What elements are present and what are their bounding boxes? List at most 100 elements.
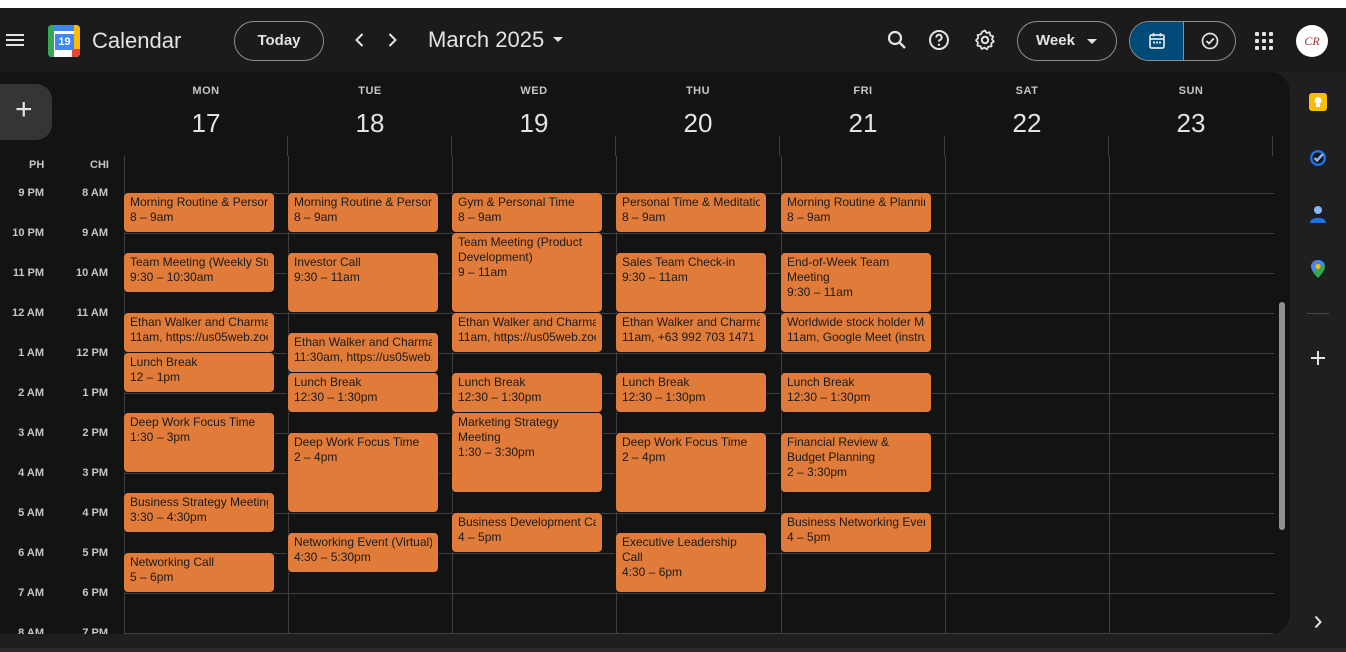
calendar-event[interactable]: Deep Work Focus Time 2 – 4pm (616, 433, 766, 512)
event-title: Financial Review & Budget Planning (787, 435, 890, 464)
calendar-event[interactable]: Ethan Walker and Charmaine11:30am, https… (288, 333, 438, 372)
primary-time-label: 3 AM (18, 427, 44, 439)
event-time: 4:30 – 6pm (622, 565, 683, 579)
search-icon[interactable] (885, 28, 909, 52)
secondary-time-label: 3 PM (82, 467, 108, 479)
day-number[interactable]: 23 (1109, 108, 1273, 139)
day-number[interactable]: 18 (288, 108, 452, 139)
event-title: Lunch Break (130, 355, 198, 369)
calendar-event[interactable]: Ethan Walker and Charmaine11am, +63 992 … (616, 313, 766, 352)
contacts-icon[interactable] (1308, 204, 1328, 224)
maps-icon[interactable] (1308, 259, 1328, 279)
calendar-event[interactable]: Business Networking Event 4 – 5pm (781, 513, 931, 552)
event-title: Deep Work Focus Time (130, 415, 256, 429)
month-chevron-down-icon[interactable] (552, 36, 564, 44)
view-selector-button[interactable]: Week (1017, 21, 1117, 61)
view-selector-label: Week (1036, 32, 1075, 49)
day-number[interactable]: 20 (616, 108, 780, 139)
calendar-event[interactable]: Business Development Call 4 – 5pm (452, 513, 602, 552)
primary-time-label: 8 AM (18, 627, 44, 634)
primary-time-label: 4 AM (18, 467, 44, 479)
event-title: Networking Event (Virtual) (294, 535, 432, 549)
tasks-view-toggle[interactable] (1183, 22, 1235, 60)
rail-divider (1307, 313, 1329, 314)
calendar-event[interactable]: Investor Call 9:30 – 11am (288, 253, 438, 312)
calendar-event[interactable]: End-of-Week Team Meeting 9:30 – 11am (781, 253, 931, 312)
tasks-check-icon (1201, 32, 1219, 50)
calendar-event[interactable]: Gym & Personal Time 8 – 9am (452, 193, 602, 232)
calendar-event[interactable]: Morning Routine & Personal 8 – 9am (288, 193, 438, 232)
primary-time-label: 1 AM (18, 347, 44, 359)
day-number[interactable]: 17 (124, 108, 288, 139)
event-time: 11am, https://us05web.zoom (130, 330, 268, 344)
event-title: Marketing Strategy Meeting (458, 415, 559, 444)
previous-week-icon[interactable] (350, 30, 370, 50)
day-number[interactable]: 19 (452, 108, 616, 139)
create-event-button[interactable]: + (0, 84, 52, 140)
calendar-event[interactable]: Deep Work Focus Time 1:30 – 3pm (124, 413, 274, 472)
help-icon[interactable] (927, 28, 951, 52)
event-title: Lunch Break (294, 375, 362, 389)
logo-number: 19 (55, 34, 74, 50)
calendar-event[interactable]: Lunch Break 12:30 – 1:30pm (781, 373, 931, 412)
day-header-fri: FRI 21 (781, 72, 945, 156)
settings-gear-icon[interactable] (973, 28, 997, 52)
calendar-event[interactable]: Networking Event (Virtual) 4:30 – 5:30pm (288, 533, 438, 572)
grid-scrollbar[interactable] (1279, 302, 1285, 530)
calendar-event[interactable]: Financial Review & Budget Planning 2 – 3:… (781, 433, 931, 492)
top-app-bar: 19 Calendar Today March 2025 Week CR (0, 8, 1346, 72)
calendar-event[interactable]: Marketing Strategy Meeting 1:30 – 3:30pm (452, 413, 602, 492)
event-time: 12:30 – 1:30pm (458, 390, 542, 404)
current-month-label[interactable]: March 2025 (428, 27, 544, 53)
calendar-event[interactable]: Business Strategy Meeting 3:30 – 4:30pm (124, 493, 274, 532)
google-apps-icon[interactable] (1255, 32, 1273, 50)
time-grid[interactable]: 9 PM 8 AM 10 PM 9 AM 11 PM 10 AM 12 AM 11 AM 1 A… (0, 156, 1290, 634)
calendar-event[interactable]: Ethan Walker and Charmaine11am, https://… (124, 313, 274, 352)
calendar-event[interactable]: Personal Time & Meditation 8 – 9am (616, 193, 766, 232)
day-header-wed: WED 19 (452, 72, 616, 156)
tasks-icon[interactable] (1308, 148, 1328, 168)
event-time: 11:30am, https://us05web.zoom (294, 350, 432, 364)
calendar-event[interactable]: Morning Routine & Planning 8 – 9am (781, 193, 931, 232)
day-column-divider (1109, 156, 1110, 634)
keep-icon[interactable] (1308, 92, 1328, 112)
event-time: 3:30 – 4:30pm (130, 510, 207, 524)
event-title: Team Meeting (Product Development) (458, 235, 583, 264)
event-time: 2 – 4pm (294, 450, 338, 464)
event-title: Ethan Walker and Charmaine (130, 315, 268, 329)
calendar-event[interactable]: Worldwide stock holder Meeting11am, Goog… (781, 313, 931, 352)
expand-panel-chevron-right-icon[interactable] (1308, 612, 1328, 632)
day-number[interactable]: 22 (945, 108, 1109, 139)
calendar-event[interactable]: Lunch Break 12:30 – 1:30pm (616, 373, 766, 412)
calendar-event[interactable]: Networking Call 5 – 6pm (124, 553, 274, 592)
next-week-icon[interactable] (382, 30, 402, 50)
event-title: Gym & Personal Time (458, 195, 575, 209)
calendar-event[interactable]: Team Meeting (Product Development) 9 – 11… (452, 233, 602, 312)
day-header-sun: SUN 23 (1109, 72, 1273, 156)
calendar-event[interactable]: Executive Leadership Call 4:30 – 6pm (616, 533, 766, 592)
account-avatar[interactable]: CR (1296, 25, 1328, 57)
calendar-event[interactable]: Lunch Break 12:30 – 1:30pm (288, 373, 438, 412)
calendar-event[interactable]: Morning Routine & Personal 8 – 9am (124, 193, 274, 232)
calendar-event[interactable]: Lunch Break 12 – 1pm (124, 353, 274, 392)
day-number[interactable]: 21 (781, 108, 945, 139)
event-title: Worldwide stock holder Meeting (787, 315, 925, 329)
event-title: Investor Call (294, 255, 361, 269)
header-divider (1272, 136, 1273, 156)
add-addon-icon[interactable] (1308, 348, 1328, 368)
calendar-event[interactable]: Deep Work Focus Time 2 – 4pm (288, 433, 438, 512)
day-header-mon: MON 17 (124, 72, 288, 156)
secondary-time-label: 1 PM (82, 387, 108, 399)
today-button[interactable]: Today (234, 21, 324, 61)
main-menu-icon[interactable] (6, 31, 26, 49)
event-title: Lunch Break (787, 375, 855, 389)
calendar-event[interactable]: Lunch Break 12:30 – 1:30pm (452, 373, 602, 412)
calendar-logo-icon[interactable]: 19 (48, 25, 80, 57)
day-column-divider (945, 156, 946, 634)
calendar-event[interactable]: Sales Team Check-in 9:30 – 11am (616, 253, 766, 312)
calendar-event[interactable]: Team Meeting (Weekly Strategy)9:30 – 10:… (124, 253, 274, 292)
event-time: 11am, https://us05web.zoom (458, 330, 596, 344)
calendar-view-toggle[interactable] (1130, 22, 1183, 60)
event-title: Deep Work Focus Time (622, 435, 748, 449)
calendar-event[interactable]: Ethan Walker and Charmaine11am, https://… (452, 313, 602, 352)
